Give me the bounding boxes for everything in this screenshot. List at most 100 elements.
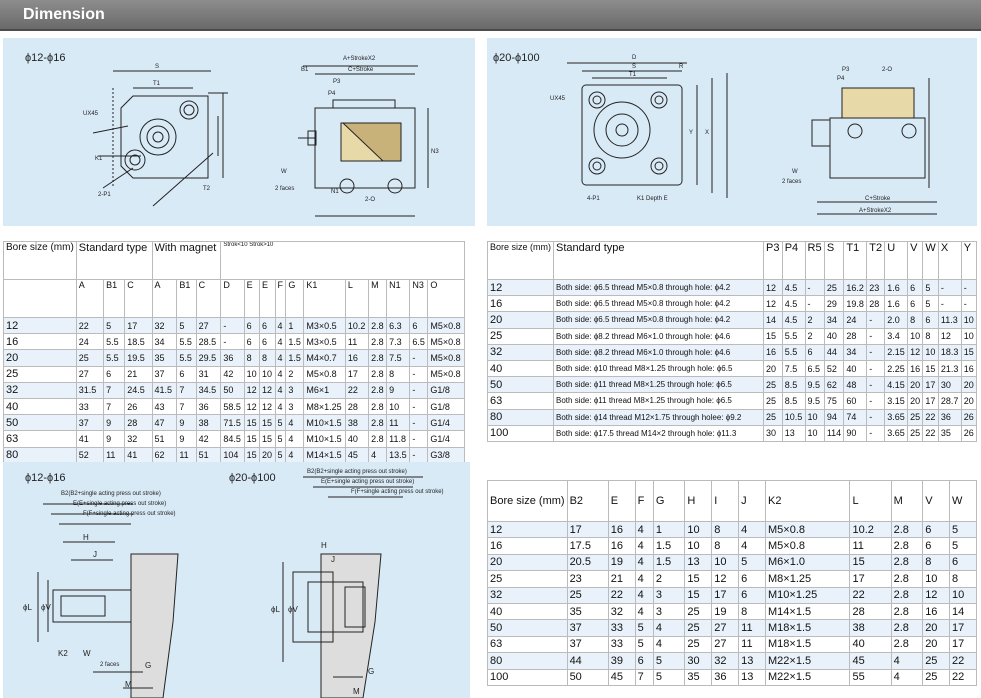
table-cell: 15 [849,553,892,572]
table-cell: 16 [3,333,77,351]
table-row: 40 33 7 26 43 7 36 58.5 12 12 4 3 M8×1.25 28 2.8 10- G1/… [3,397,465,416]
table-cell: 40 [843,359,868,378]
table-cell: 4 [634,520,654,539]
column-header: B1 [176,279,197,318]
table-cell: - [866,359,886,378]
dim-t1-label: T1 [153,81,161,87]
table-row: 16 17.5 16 4 1.5 10 8 4 M5×0.8 11 2.8 6 5 [487,537,977,555]
table-cell: 34.5 [195,381,222,399]
dim-p4-label: P4 [837,76,845,82]
table-cell: 40 [3,397,77,416]
table-cell: Both side: ϕ6.5 thread M5×0.8 through ho… [553,295,765,313]
table-cell: 2.0 [884,311,909,329]
table-cell: 17 [922,392,939,410]
table-cell: 10 [922,343,939,361]
column-header: W [949,480,977,522]
table-cell: 4 [634,537,654,555]
table-cell: 55 [849,668,892,686]
table-cell: 6 [922,520,951,539]
table-cell: 15 [243,414,261,432]
table-cell: 25 [684,602,713,621]
table-cell: 8.5 [781,376,806,394]
table-cell: 6 [804,343,825,361]
table-row: 20 20.5 19 4 1.5 13 10 5 M6×1.0 15 2.8 8 6 [487,553,977,572]
table-cell: 2.8 [368,397,388,416]
table-cell: M10×1.5 [303,430,346,448]
table-cell: 15 [922,359,939,378]
dim-d-label: D [632,55,637,61]
table-cell: 8 [922,553,951,572]
table-cell: 4 [652,635,686,654]
table-cell: 3 [285,381,305,399]
table-cell: M3×0.5 [303,316,346,335]
table-cell: - [409,365,429,383]
table-cell: Both side: ϕ11 thread M8×1.25 through ho… [553,376,765,394]
table-cell: 3 [652,586,686,604]
table-cell: 37 [566,619,609,637]
table-cell: 31.5 [75,381,105,399]
column-header: V [907,241,924,280]
col-standard-type: Standard type [553,241,765,280]
column-header: P3 [763,241,783,280]
table-cell: 50 [486,376,555,394]
table-cell: - [409,430,429,448]
table-cell: 14 [763,311,783,329]
table-cell: 37 [566,635,609,654]
table-cell: 4 [285,414,305,432]
table-cell: G1/4 [427,414,465,432]
table-cell: 3 [285,397,305,416]
table-cell: 9 [176,430,197,448]
table-cell: 16 [763,343,783,361]
table-cell: 7 [176,381,197,399]
table-cell: 12 [711,570,740,588]
table-cell: M3×0.5 [303,333,346,351]
table-cell: 2.8 [890,635,924,654]
dim-r-label: R [679,64,684,70]
table-cell: 22 [344,381,370,399]
table-cell: 50 [3,414,77,432]
table-cell: 22 [922,424,939,442]
table-cell: 48 [843,376,868,394]
table-cell: 32 [3,381,77,399]
table-cell: 12 [259,397,276,416]
table-cell: 16 [344,349,370,367]
table-cell: 11 [738,619,766,637]
table-cell: 5 [274,446,287,464]
table-cell: 22 [75,316,105,335]
column-header: J [738,480,766,522]
table-cell: 40 [486,359,555,378]
table-cell: 1 [652,520,686,539]
table-cell: M22×1.5 [764,652,851,670]
table-row: 100 Both side: ϕ17.5 thread M14×2 through… [486,424,978,442]
table-cell: 15 [763,327,783,345]
table-cell: 10 [243,365,261,383]
column-header: D [220,279,245,318]
dim-phi-l-label: ϕL [271,605,280,614]
table-cell: 35 [566,602,609,621]
table-cell: 13 [738,668,766,686]
dim-h-label: H [83,533,89,542]
drawing-panel-small-bore: ϕ12-ϕ16 S T1 UX45 K1 2-P1 T2 A+StrokeX2 … [3,38,475,226]
table-cell: 32 [711,652,740,670]
table-cell: 25 [823,278,845,297]
table-cell: 8 [907,311,924,329]
table-cell: 27 [75,365,105,383]
table-cell: 58.5 [220,397,245,416]
table-cell: 17 [949,619,977,637]
dim-y-label: Y [689,130,693,136]
table-cell: M5×0.8 [427,333,465,351]
table-cell: G3/8 [427,446,465,464]
table-cell: M6×1.0 [764,553,851,572]
table-cell: Both side: ϕ6.5 thread M5×0.8 through ho… [553,278,765,297]
table-cell: 2 [652,570,686,588]
table-cell: 2.8 [368,365,388,383]
table-cell: - [220,333,245,351]
table-cell: 19.8 [843,295,868,313]
table-cell: 16 [487,537,568,555]
drawing-panel-large-bore: ϕ20-ϕ100 D S R T1 UX45 Y X 4-P1 K1 Depth… [487,38,977,226]
table-cell: 71.5 [220,414,245,432]
table-cell: 10 [684,537,713,555]
table-cell: 4 [890,652,924,670]
table-cell: 8 [922,327,939,345]
table-row: 100 50 45 7 5 35 36 13 M22×1.5 55 4 25 22 [487,668,977,686]
